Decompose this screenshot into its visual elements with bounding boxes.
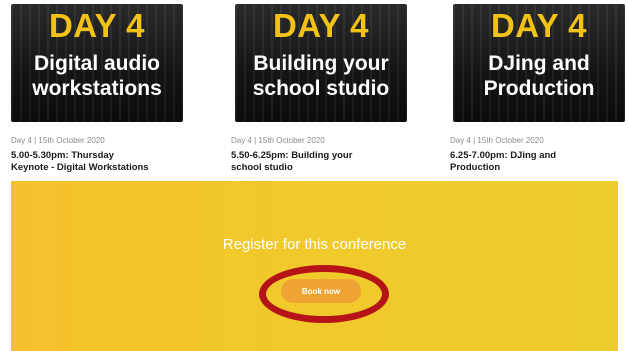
thumbnail-title-line: Production — [483, 77, 595, 100]
session-title-link[interactable]: 5.50-6.25pm: Building your school studio — [231, 150, 411, 174]
session-title-line: Keynote - Digital Workstations — [11, 162, 149, 173]
thumbnail-title-line: school studio — [252, 77, 390, 100]
thumbnail-title-line: workstations — [32, 77, 162, 100]
thumbnail-title-line: Digital audio — [34, 52, 160, 75]
session-title-line: 6.25-7.00pm: DJing and — [450, 150, 557, 161]
session-date: Day 4 | 15th October 2020 — [450, 136, 544, 145]
thumbnail-day-label: DAY 4 — [48, 7, 146, 44]
register-banner — [11, 181, 618, 351]
thumbnail-day-label: DAY 4 — [490, 7, 588, 44]
session-title-line: Production — [450, 162, 501, 173]
session-title-link[interactable]: 6.25-7.00pm: DJing and Production — [450, 150, 629, 174]
session-title-line: school studio — [231, 162, 293, 173]
thumbnail-title-line: DJing and — [488, 52, 590, 75]
thumbnail-day-label: DAY 4 — [272, 7, 370, 44]
session-title-line: 5.50-6.25pm: Building your — [231, 150, 353, 161]
session-title-link[interactable]: 5.00-5.30pm: Thursday Keynote - Digital … — [11, 150, 191, 174]
session-thumbnail[interactable]: DAY 4 Building your school studio — [235, 4, 407, 122]
register-heading: Register for this conference — [222, 236, 407, 253]
session-title-line: 5.00-5.30pm: Thursday — [11, 150, 114, 161]
session-thumbnail[interactable]: DAY 4 DJing and Production — [453, 4, 625, 122]
book-now-button[interactable]: Book now — [281, 279, 361, 303]
thumbnail-title-line: Building your — [253, 52, 389, 75]
session-date: Day 4 | 15th October 2020 — [11, 136, 105, 145]
session-cards: DAY 4 Digital audio workstations Day 4 |… — [0, 0, 629, 181]
session-thumbnail[interactable]: DAY 4 Digital audio workstations — [11, 4, 183, 122]
session-date: Day 4 | 15th October 2020 — [231, 136, 325, 145]
